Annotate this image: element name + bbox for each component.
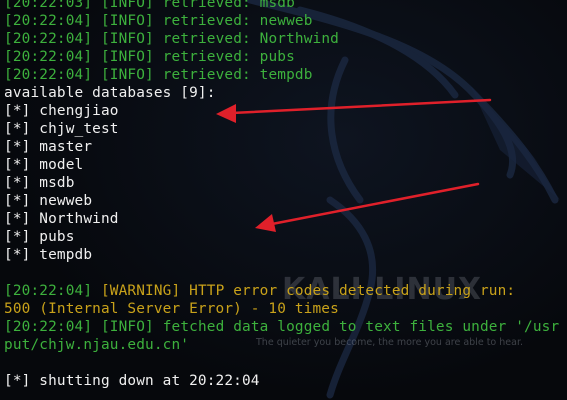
- database-item: [*] pubs: [4, 229, 75, 245]
- database-item: [*] msdb: [4, 175, 75, 191]
- log-time: [20:22:04]: [4, 67, 93, 83]
- database-item: [*] tempdb: [4, 247, 93, 263]
- log-message: fetched data logged to text files under …: [162, 319, 560, 335]
- log-line: [20:22:04] [INFO] fetched data logged to…: [4, 318, 567, 336]
- log-time: [20:22:04]: [4, 49, 93, 65]
- terminal-output: [20:22:03] [INFO] retrieved: msdb [20:22…: [4, 0, 567, 390]
- available-databases-header: available databases [9]:: [4, 85, 216, 101]
- error-detail-line: 500 (Internal Server Error) - 10 times: [4, 301, 339, 317]
- log-level: [INFO]: [100, 67, 154, 83]
- log-level: [INFO]: [100, 49, 154, 65]
- database-item: [*] chengjiao: [4, 103, 119, 119]
- log-time: [20:22:04]: [4, 31, 93, 47]
- database-item: [*] master: [4, 139, 93, 155]
- log-line: [20:22:03] [INFO] retrieved: msdb: [4, 0, 567, 12]
- terminal-window[interactable]: KALI LINUX The quieter you become, the m…: [0, 0, 567, 400]
- log-time: [20:22:04]: [4, 283, 93, 299]
- log-level: [INFO]: [100, 13, 154, 29]
- database-item: [*] chjw_test: [4, 121, 119, 137]
- log-level: [INFO]: [100, 319, 154, 335]
- log-message: retrieved: msdb: [162, 0, 295, 11]
- log-level: [INFO]: [100, 0, 154, 11]
- log-level-warning: [WARNING]: [100, 283, 181, 299]
- database-item: [*] Northwind: [4, 211, 119, 227]
- log-line: [20:22:04] [INFO] retrieved: Northwind: [4, 30, 567, 48]
- log-message: HTTP error codes detected during run:: [189, 283, 516, 299]
- shutdown-line: [*] shutting down at 20:22:04: [4, 373, 260, 389]
- log-line-continuation: put/chjw.njau.edu.cn': [4, 337, 190, 353]
- log-line: [20:22:04] [INFO] retrieved: newweb: [4, 12, 567, 30]
- log-line: [20:22:04] [INFO] retrieved: pubs: [4, 48, 567, 66]
- database-item: [*] model: [4, 157, 84, 173]
- log-line: [20:22:04] [INFO] retrieved: tempdb: [4, 66, 567, 84]
- log-time: [20:22:04]: [4, 319, 93, 335]
- warning-line: [20:22:04] [WARNING] HTTP error codes de…: [4, 282, 567, 300]
- log-message: retrieved: pubs: [162, 49, 295, 65]
- database-item: [*] newweb: [4, 193, 93, 209]
- log-message: retrieved: newweb: [162, 13, 313, 29]
- log-level: [INFO]: [100, 31, 154, 47]
- log-message: retrieved: Northwind: [162, 31, 339, 47]
- log-message: retrieved: tempdb: [162, 67, 313, 83]
- log-time: [20:22:03]: [4, 0, 93, 11]
- log-time: [20:22:04]: [4, 13, 93, 29]
